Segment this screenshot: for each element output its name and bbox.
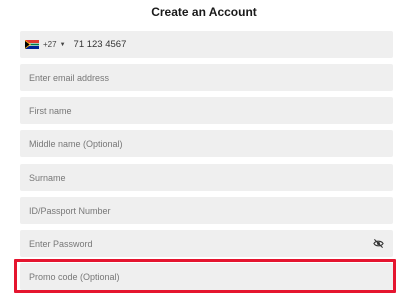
caret-down-icon: ▼ [59,41,66,48]
password-field[interactable] [20,230,393,257]
phone-field: +27 ▼ [20,31,393,58]
first-name-field-wrapper [20,97,393,124]
surname-field[interactable] [20,164,393,191]
password-field-wrapper [20,230,393,257]
email-field[interactable] [20,64,393,91]
id-passport-field[interactable] [20,197,393,224]
middle-name-field[interactable] [20,130,393,157]
country-dial-code: +27 [43,40,57,49]
promo-code-field-wrapper [20,263,393,290]
phone-number-input[interactable] [69,31,393,58]
first-name-field[interactable] [20,97,393,124]
south-africa-flag-icon [25,40,39,49]
surname-field-wrapper [20,164,393,191]
promo-code-field[interactable] [20,263,393,290]
country-code-selector[interactable]: +27 ▼ [20,31,70,58]
eye-slash-icon[interactable] [373,238,384,249]
page-title: Create an Account [151,5,257,19]
id-passport-field-wrapper [20,197,393,224]
middle-name-field-wrapper [20,130,393,157]
email-field-wrapper [20,64,393,91]
create-account-form: Create an Account +27 ▼ [0,0,408,297]
